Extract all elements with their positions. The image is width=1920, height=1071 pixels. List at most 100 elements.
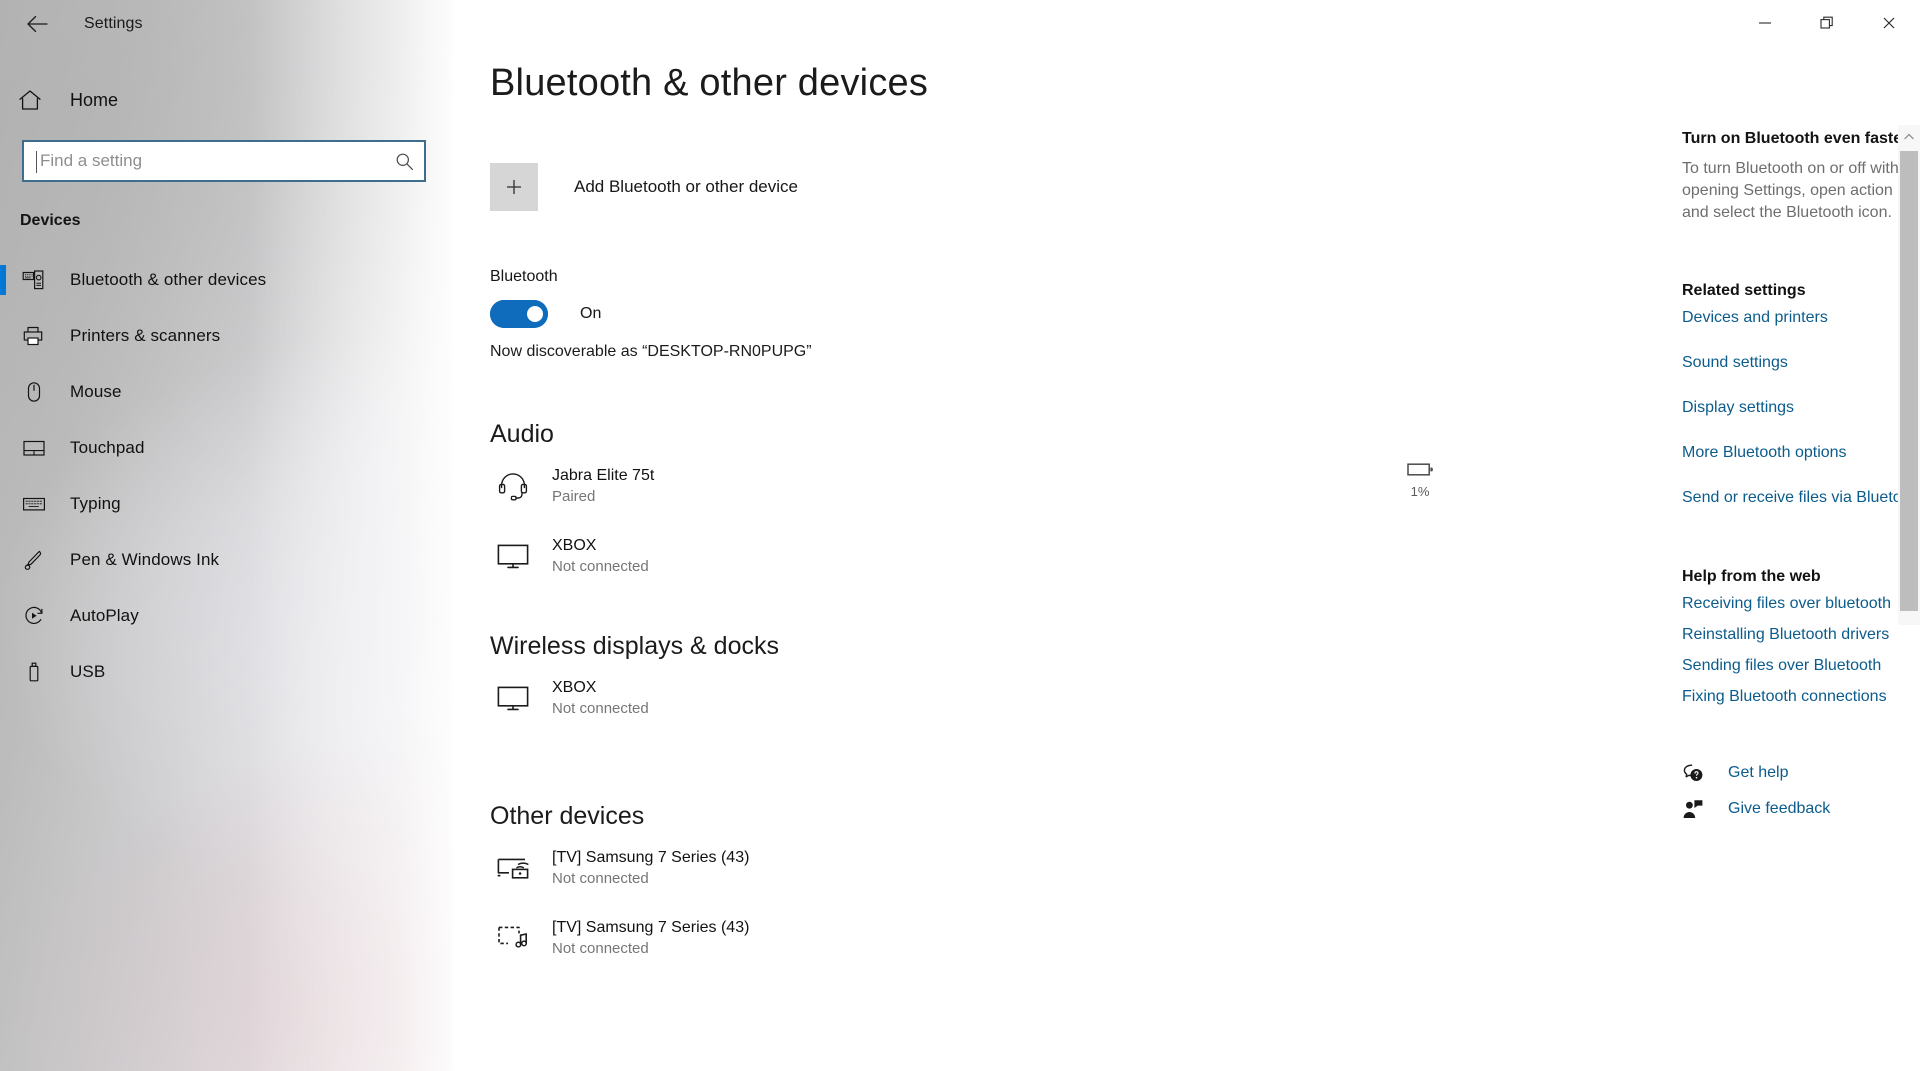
autoplay-icon — [22, 605, 56, 627]
sidebar-item-pen-windows-ink[interactable]: Pen & Windows Ink — [0, 532, 452, 588]
help-links: Receiving files over bluetooth Reinstall… — [1682, 594, 1920, 707]
get-help-icon — [1682, 763, 1718, 783]
right-rail: Turn on Bluetooth even faster To turn Bl… — [1682, 0, 1920, 835]
toggle-knob — [527, 306, 543, 322]
device-row[interactable]: XBOX Not connected — [490, 525, 654, 587]
settings-scroll-body: Bluetooth & other devices Add Bluetooth … — [452, 0, 1612, 1071]
device-status: Not connected — [552, 940, 649, 957]
sidebar-item-label: Mouse — [70, 382, 122, 401]
back-arrow-icon[interactable] — [14, 7, 60, 41]
text-caret — [36, 151, 37, 173]
scrollbar-thumb[interactable] — [1900, 151, 1918, 611]
device-row[interactable]: XBOX Not connected — [490, 667, 779, 729]
sidebar-nav-list: Bluetooth & other devices Printers & sca… — [0, 252, 452, 700]
section-other-devices: Other devices [TV] Samsung 7 Series (43)… — [490, 802, 749, 969]
bluetooth-toggle-row: On — [490, 300, 601, 328]
sidebar-item-printers-scanners[interactable]: Printers & scanners — [0, 308, 452, 364]
search-box[interactable] — [22, 140, 426, 182]
device-name: [TV] Samsung 7 Series (43) — [552, 849, 750, 866]
sidebar-titlebar: Settings — [0, 0, 452, 48]
sidebar-item-label: Printers & scanners — [70, 326, 221, 345]
sidebar-item-label: Bluetooth & other devices — [70, 270, 267, 289]
search-input[interactable] — [24, 142, 424, 180]
page-title: Bluetooth & other devices — [490, 62, 929, 104]
device-status: Paired — [552, 488, 596, 505]
sidebar-item-bluetooth-other-devices[interactable]: Bluetooth & other devices — [0, 252, 452, 308]
help-from-web-block: Help from the web Receiving files over b… — [1682, 568, 1920, 707]
plus-icon — [490, 163, 538, 211]
settings-window: Settings Home Find a setting Devices Blu… — [0, 0, 1920, 1071]
sidebar-item-usb[interactable]: USB — [0, 644, 452, 700]
monitor-icon — [490, 539, 542, 573]
link-send-or-receive-files-via-bluetooth[interactable]: Send or receive files via Bluetooth — [1682, 488, 1920, 508]
sidebar-item-label: USB — [70, 662, 106, 681]
give-feedback-button[interactable]: Give feedback — [1682, 799, 1920, 819]
device-name: Jabra Elite 75t — [552, 467, 655, 484]
device-text: [TV] Samsung 7 Series (43) Not connected — [552, 847, 749, 889]
link-display-settings[interactable]: Display settings — [1682, 398, 1920, 418]
give-feedback-label: Give feedback — [1728, 800, 1831, 817]
bluetooth-devices-icon — [22, 269, 56, 291]
link-sending-files-over-bluetooth[interactable]: Sending files over Bluetooth — [1682, 656, 1920, 676]
media-display-icon — [490, 921, 542, 955]
tip-body: To turn Bluetooth on or off without open… — [1682, 160, 1920, 221]
related-settings-links: Devices and printers Sound settings Disp… — [1682, 308, 1920, 508]
sidebar-item-label: AutoPlay — [70, 606, 139, 625]
sidebar-item-touchpad[interactable]: Touchpad — [0, 420, 452, 476]
section-audio: Audio Jabra Elite 75t Paired 1% XBOX Not… — [490, 420, 1433, 587]
device-text: XBOX Not connected — [552, 677, 649, 719]
bluetooth-toggle[interactable] — [490, 300, 548, 328]
link-sound-settings[interactable]: Sound settings — [1682, 353, 1920, 373]
sidebar-item-label: Pen & Windows Ink — [70, 550, 220, 569]
battery-percent: 1% — [1410, 484, 1430, 499]
link-reinstalling-bluetooth-drivers[interactable]: Reinstalling Bluetooth drivers — [1682, 625, 1920, 645]
related-settings-block: Related settings Devices and printers So… — [1682, 282, 1920, 508]
get-help-button[interactable]: Get help — [1682, 763, 1920, 783]
device-row[interactable]: [TV] Samsung 7 Series (43) Not connected — [490, 837, 749, 899]
link-more-bluetooth-options[interactable]: More Bluetooth options — [1682, 443, 1920, 463]
window-title: Settings — [84, 15, 143, 32]
sidebar-item-typing[interactable]: Typing — [0, 476, 452, 532]
give-feedback-icon — [1682, 799, 1718, 819]
mouse-icon — [22, 381, 56, 403]
device-text: XBOX Not connected — [552, 535, 649, 577]
device-name: XBOX — [552, 537, 597, 554]
cast-display-icon — [490, 851, 542, 885]
sidebar-item-label: Typing — [70, 494, 121, 513]
section-title: Audio — [490, 420, 554, 448]
device-row[interactable]: Jabra Elite 75t Paired 1% — [490, 455, 1433, 517]
battery-indicator: 1% — [1390, 462, 1450, 499]
link-receiving-files-over-bluetooth[interactable]: Receiving files over bluetooth — [1682, 594, 1920, 614]
device-row[interactable]: [TV] Samsung 7 Series (43) Not connected — [490, 907, 749, 969]
content-area: Bluetooth & other devices Add Bluetooth … — [452, 0, 1920, 1071]
device-name: XBOX — [552, 679, 597, 696]
tip-title: Turn on Bluetooth even faster — [1682, 130, 1909, 147]
pen-icon — [22, 549, 56, 571]
related-settings-title: Related settings — [1682, 282, 1806, 299]
sidebar-item-label: Touchpad — [70, 438, 145, 457]
link-fixing-bluetooth-connections[interactable]: Fixing Bluetooth connections — [1682, 687, 1920, 707]
help-from-web-title: Help from the web — [1682, 568, 1821, 585]
section-wireless-displays-docks: Wireless displays & docks XBOX Not conne… — [490, 632, 779, 729]
discoverable-text: Now discoverable as “DESKTOP-RN0PUPG” — [490, 343, 812, 360]
vertical-scrollbar[interactable] — [1898, 125, 1920, 625]
search-icon[interactable] — [395, 142, 414, 180]
device-status: Not connected — [552, 870, 649, 887]
keyboard-icon — [22, 493, 56, 515]
sidebar-item-mouse[interactable]: Mouse — [0, 364, 452, 420]
support-block: Get help Give feedback — [1682, 763, 1920, 819]
touchpad-icon — [22, 437, 56, 459]
device-name: [TV] Samsung 7 Series (43) — [552, 919, 750, 936]
add-bluetooth-device-button[interactable]: Add Bluetooth or other device — [490, 163, 798, 211]
scroll-up-arrow-icon[interactable] — [1898, 125, 1920, 147]
sidebar-item-home[interactable]: Home — [0, 78, 452, 122]
monitor-icon — [490, 681, 542, 715]
device-status: Not connected — [552, 558, 649, 575]
bluetooth-toggle-state: On — [580, 305, 602, 322]
usb-icon — [22, 661, 56, 683]
link-devices-and-printers[interactable]: Devices and printers — [1682, 308, 1920, 328]
get-help-label: Get help — [1728, 764, 1789, 781]
sidebar-item-autoplay[interactable]: AutoPlay — [0, 588, 452, 644]
bluetooth-section-label: Bluetooth — [490, 268, 558, 285]
printer-icon — [22, 325, 56, 347]
